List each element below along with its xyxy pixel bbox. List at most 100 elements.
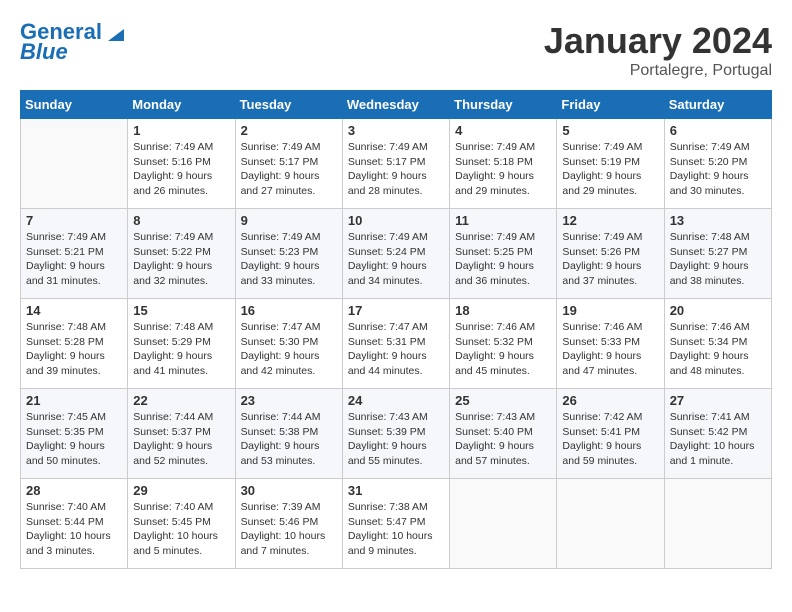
- day-number: 29: [133, 483, 229, 498]
- day-info: Sunrise: 7:49 AMSunset: 5:17 PMDaylight:…: [348, 140, 444, 199]
- day-info: Sunrise: 7:49 AMSunset: 5:18 PMDaylight:…: [455, 140, 551, 199]
- calendar-cell: 9Sunrise: 7:49 AMSunset: 5:23 PMDaylight…: [235, 209, 342, 299]
- header-monday: Monday: [128, 91, 235, 119]
- day-info: Sunrise: 7:49 AMSunset: 5:19 PMDaylight:…: [562, 140, 658, 199]
- day-number: 4: [455, 123, 551, 138]
- day-number: 11: [455, 213, 551, 228]
- calendar-cell: 24 Sunrise: 7:43 AMSunset: 5:39 PMDayligh…: [342, 389, 449, 479]
- calendar-cell: [450, 479, 557, 569]
- day-number: 8: [133, 213, 229, 228]
- logo-blue: Blue: [20, 40, 68, 64]
- header-wednesday: Wednesday: [342, 91, 449, 119]
- day-number: 21: [26, 393, 122, 408]
- calendar-cell: 30 Sunrise: 7:39 AMSunset: 5:46 PMDayligh…: [235, 479, 342, 569]
- calendar-cell: 29 Sunrise: 7:40 AMSunset: 5:45 PMDayligh…: [128, 479, 235, 569]
- header-tuesday: Tuesday: [235, 91, 342, 119]
- day-info: Sunrise: 7:48 AMSunset: 5:27 PMDaylight:…: [670, 230, 766, 289]
- page-header: General Blue January 2024 Portalegre, Po…: [20, 20, 772, 80]
- calendar-cell: 7Sunrise: 7:49 AMSunset: 5:21 PMDaylight…: [21, 209, 128, 299]
- day-number: 31: [348, 483, 444, 498]
- week-row-5: 28 Sunrise: 7:40 AMSunset: 5:44 PMDayligh…: [21, 479, 772, 569]
- day-info: Sunrise: 7:49 AMSunset: 5:24 PMDaylight:…: [348, 230, 444, 289]
- day-info: Sunrise: 7:47 AMSunset: 5:30 PMDaylight:…: [241, 320, 337, 379]
- day-number: 7: [26, 213, 122, 228]
- calendar-cell: 14 Sunrise: 7:48 AMSunset: 5:28 PMDayligh…: [21, 299, 128, 389]
- calendar-cell: 16 Sunrise: 7:47 AMSunset: 5:30 PMDayligh…: [235, 299, 342, 389]
- day-number: 22: [133, 393, 229, 408]
- day-info: Sunrise: 7:40 AMSunset: 5:45 PMDaylight:…: [133, 500, 229, 559]
- header-sunday: Sunday: [21, 91, 128, 119]
- day-number: 16: [241, 303, 337, 318]
- day-number: 24: [348, 393, 444, 408]
- calendar-cell: 23 Sunrise: 7:44 AMSunset: 5:38 PMDayligh…: [235, 389, 342, 479]
- day-info: Sunrise: 7:46 AMSunset: 5:33 PMDaylight:…: [562, 320, 658, 379]
- day-info: Sunrise: 7:48 AMSunset: 5:28 PMDaylight:…: [26, 320, 122, 379]
- day-number: 3: [348, 123, 444, 138]
- day-info: Sunrise: 7:38 AMSunset: 5:47 PMDaylight:…: [348, 500, 444, 559]
- day-info: Sunrise: 7:43 AMSunset: 5:39 PMDaylight:…: [348, 410, 444, 469]
- day-number: 25: [455, 393, 551, 408]
- calendar-cell: 4 Sunrise: 7:49 AMSunset: 5:18 PMDaylight…: [450, 119, 557, 209]
- day-info: Sunrise: 7:48 AMSunset: 5:29 PMDaylight:…: [133, 320, 229, 379]
- day-info: Sunrise: 7:46 AMSunset: 5:34 PMDaylight:…: [670, 320, 766, 379]
- calendar-cell: [664, 479, 771, 569]
- calendar-cell: [21, 119, 128, 209]
- calendar-cell: 17 Sunrise: 7:47 AMSunset: 5:31 PMDayligh…: [342, 299, 449, 389]
- day-number: 14: [26, 303, 122, 318]
- day-number: 13: [670, 213, 766, 228]
- week-row-2: 7Sunrise: 7:49 AMSunset: 5:21 PMDaylight…: [21, 209, 772, 299]
- calendar-cell: 10 Sunrise: 7:49 AMSunset: 5:24 PMDayligh…: [342, 209, 449, 299]
- calendar-cell: 28 Sunrise: 7:40 AMSunset: 5:44 PMDayligh…: [21, 479, 128, 569]
- day-info: Sunrise: 7:42 AMSunset: 5:41 PMDaylight:…: [562, 410, 658, 469]
- day-info: Sunrise: 7:39 AMSunset: 5:46 PMDaylight:…: [241, 500, 337, 559]
- logo: General Blue: [20, 20, 124, 64]
- calendar-cell: 31 Sunrise: 7:38 AMSunset: 5:47 PMDayligh…: [342, 479, 449, 569]
- header-saturday: Saturday: [664, 91, 771, 119]
- month-title: January 2024: [544, 20, 772, 62]
- calendar-cell: 8 Sunrise: 7:49 AMSunset: 5:22 PMDaylight…: [128, 209, 235, 299]
- day-number: 6: [670, 123, 766, 138]
- day-info: Sunrise: 7:49 AMSunset: 5:23 PMDaylight:…: [241, 230, 337, 289]
- day-info: Sunrise: 7:45 AMSunset: 5:35 PMDaylight:…: [26, 410, 122, 469]
- day-info: Sunrise: 7:49 AMSunset: 5:16 PMDaylight:…: [133, 140, 229, 199]
- calendar-cell: 21 Sunrise: 7:45 AMSunset: 5:35 PMDayligh…: [21, 389, 128, 479]
- day-info: Sunrise: 7:49 AMSunset: 5:22 PMDaylight:…: [133, 230, 229, 289]
- calendar-cell: 22 Sunrise: 7:44 AMSunset: 5:37 PMDayligh…: [128, 389, 235, 479]
- day-number: 30: [241, 483, 337, 498]
- calendar-cell: 6 Sunrise: 7:49 AMSunset: 5:20 PMDaylight…: [664, 119, 771, 209]
- calendar-cell: 2Sunrise: 7:49 AMSunset: 5:17 PMDaylight…: [235, 119, 342, 209]
- calendar-cell: 13 Sunrise: 7:48 AMSunset: 5:27 PMDayligh…: [664, 209, 771, 299]
- day-number: 15: [133, 303, 229, 318]
- day-info: Sunrise: 7:49 AMSunset: 5:20 PMDaylight:…: [670, 140, 766, 199]
- calendar-cell: 19Sunrise: 7:46 AMSunset: 5:33 PMDayligh…: [557, 299, 664, 389]
- calendar-cell: 27 Sunrise: 7:41 AMSunset: 5:42 PMDayligh…: [664, 389, 771, 479]
- day-number: 27: [670, 393, 766, 408]
- day-info: Sunrise: 7:44 AMSunset: 5:37 PMDaylight:…: [133, 410, 229, 469]
- day-number: 2: [241, 123, 337, 138]
- day-number: 10: [348, 213, 444, 228]
- day-info: Sunrise: 7:43 AMSunset: 5:40 PMDaylight:…: [455, 410, 551, 469]
- day-number: 17: [348, 303, 444, 318]
- calendar-table: SundayMondayTuesdayWednesdayThursdayFrid…: [20, 90, 772, 569]
- day-info: Sunrise: 7:41 AMSunset: 5:42 PMDaylight:…: [670, 410, 766, 469]
- calendar-cell: 3 Sunrise: 7:49 AMSunset: 5:17 PMDaylight…: [342, 119, 449, 209]
- day-info: Sunrise: 7:46 AMSunset: 5:32 PMDaylight:…: [455, 320, 551, 379]
- day-number: 5: [562, 123, 658, 138]
- day-info: Sunrise: 7:44 AMSunset: 5:38 PMDaylight:…: [241, 410, 337, 469]
- day-number: 28: [26, 483, 122, 498]
- calendar-cell: 20Sunrise: 7:46 AMSunset: 5:34 PMDayligh…: [664, 299, 771, 389]
- calendar-cell: 18 Sunrise: 7:46 AMSunset: 5:32 PMDayligh…: [450, 299, 557, 389]
- calendar-cell: 25 Sunrise: 7:43 AMSunset: 5:40 PMDayligh…: [450, 389, 557, 479]
- calendar-header-row: SundayMondayTuesdayWednesdayThursdayFrid…: [21, 91, 772, 119]
- day-info: Sunrise: 7:49 AMSunset: 5:25 PMDaylight:…: [455, 230, 551, 289]
- calendar-cell: [557, 479, 664, 569]
- day-info: Sunrise: 7:47 AMSunset: 5:31 PMDaylight:…: [348, 320, 444, 379]
- week-row-1: 1Sunrise: 7:49 AMSunset: 5:16 PMDaylight…: [21, 119, 772, 209]
- day-info: Sunrise: 7:40 AMSunset: 5:44 PMDaylight:…: [26, 500, 122, 559]
- day-number: 23: [241, 393, 337, 408]
- day-number: 18: [455, 303, 551, 318]
- header-thursday: Thursday: [450, 91, 557, 119]
- day-number: 26: [562, 393, 658, 408]
- calendar-cell: 5 Sunrise: 7:49 AMSunset: 5:19 PMDaylight…: [557, 119, 664, 209]
- calendar-cell: 12Sunrise: 7:49 AMSunset: 5:26 PMDayligh…: [557, 209, 664, 299]
